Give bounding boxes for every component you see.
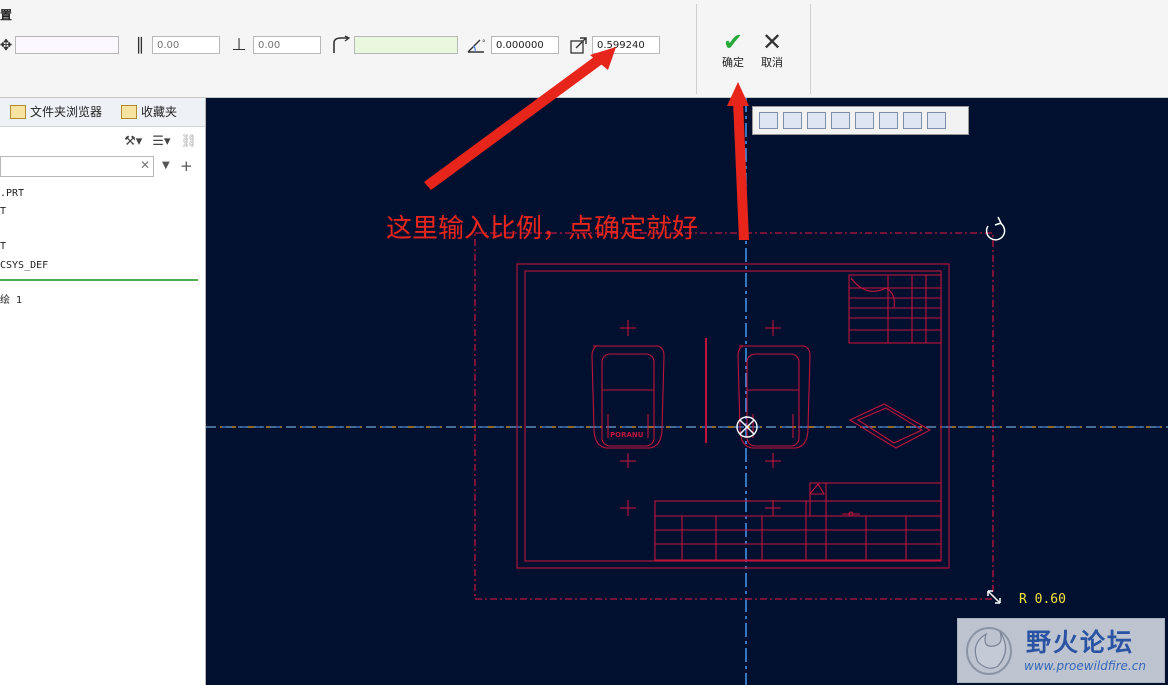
annotation-text: 这里输入比例，点确定就好 (386, 214, 699, 244)
tree-item[interactable]: T (0, 241, 6, 252)
toolbar-separator (810, 4, 811, 94)
perpendicular-field[interactable] (253, 36, 321, 54)
display-style-icon[interactable] (855, 112, 874, 129)
datum-display-icon[interactable] (903, 112, 922, 129)
filter-icon[interactable]: ⛓ (180, 134, 197, 149)
cancel-label: 取消 (761, 56, 783, 69)
insert-indicator (0, 279, 198, 281)
cancel-button[interactable]: ✕ 取消 (755, 30, 789, 70)
drawing-sheet (516, 263, 950, 569)
navigator-panel: 文件夹浏览器 收藏夹 ⚒▾ ☰▾ ⛓ ✕ ▼ + .PRT T T CSYS_D… (0, 98, 206, 685)
refit-icon[interactable] (759, 112, 778, 129)
tools-icon[interactable]: ⚒▾ (124, 134, 142, 149)
tab-favorites[interactable]: 收藏夹 (121, 103, 177, 120)
tree-item[interactable]: 绘 1 (0, 291, 22, 306)
watermark-title: 野火论坛 (1026, 628, 1135, 657)
scale-readout: R 0.60 (1019, 592, 1066, 607)
flame-logo-icon (966, 627, 1012, 675)
toolbar-separator (696, 4, 697, 94)
folder-icon (10, 104, 26, 119)
favorites-folder-icon (121, 104, 137, 119)
dashboard-toolbar: 置 ✥ ∥ ⊥ ° ✔ 确定 ✕ 取消 (0, 0, 1168, 98)
checkmark-icon: ✔ (722, 28, 744, 56)
chevron-down-icon[interactable]: ▼ (162, 160, 170, 171)
toolbar-title: 置 (0, 8, 13, 22)
angle-icon: ° (466, 35, 488, 55)
zoom-out-icon[interactable] (807, 112, 826, 129)
clear-icon[interactable]: ✕ (140, 158, 150, 172)
angle-field[interactable] (491, 36, 559, 54)
annotation-display-icon[interactable] (927, 112, 946, 129)
resize-handle-icon (987, 590, 1001, 604)
drawing-label: PORANU (610, 431, 644, 439)
settings-list-icon[interactable]: ☰▾ (152, 134, 170, 149)
tree-item[interactable]: CSYS_DEF (0, 260, 48, 271)
parallel-field[interactable] (152, 36, 220, 54)
tab-label: 文件夹浏览器 (30, 105, 103, 119)
tree-toolbar: ⚒▾ ☰▾ ⛓ (124, 130, 197, 152)
tab-folder-browser[interactable]: 文件夹浏览器 (10, 103, 102, 120)
tree-item[interactable]: .PRT (0, 188, 24, 199)
svg-text:°: ° (482, 39, 486, 47)
scale-field[interactable] (592, 36, 660, 54)
ok-button[interactable]: ✔ 确定 (716, 30, 750, 70)
move-field[interactable] (15, 36, 119, 54)
forum-watermark: 野火论坛 www.proewildfire.cn (957, 618, 1165, 683)
tree-item[interactable]: T (0, 206, 6, 217)
zoom-in-icon[interactable] (783, 112, 802, 129)
watermark-url: www.proewildfire.cn (1024, 659, 1146, 673)
arc-field[interactable] (354, 36, 458, 54)
close-icon: ✕ (761, 28, 783, 56)
navigator-tabs: 文件夹浏览器 收藏夹 (0, 98, 205, 127)
move-icon: ✥ (0, 36, 13, 54)
saved-views-icon[interactable] (879, 112, 898, 129)
repaint-icon[interactable] (831, 112, 850, 129)
add-icon[interactable]: + (180, 157, 193, 175)
tab-label: 收藏夹 (141, 105, 178, 119)
rotate-handle-icon (985, 216, 1006, 241)
view-toolbar (752, 106, 969, 135)
perpendicular-icon: ⊥ (231, 35, 247, 55)
arc-icon (331, 34, 351, 56)
scale-icon (568, 34, 590, 56)
parallel-icon: ∥ (135, 35, 145, 55)
ok-label: 确定 (722, 56, 744, 69)
search-input[interactable]: ✕ (0, 156, 154, 177)
